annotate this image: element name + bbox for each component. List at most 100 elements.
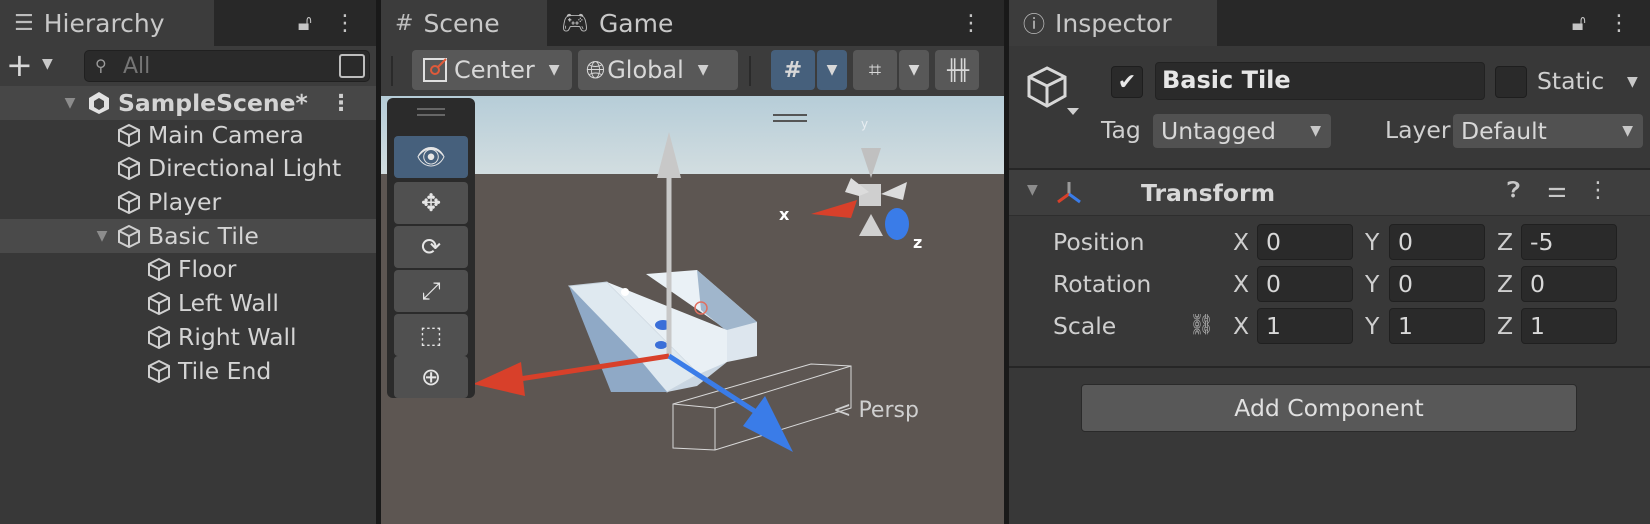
gameobject-cube-icon[interactable] — [1023, 64, 1081, 120]
constrain-proportions-icon[interactable]: ⛓︎ — [1189, 312, 1214, 336]
tag-dropdown[interactable]: Untagged ▼ — [1153, 114, 1331, 148]
list-item[interactable]: Player — [0, 185, 376, 219]
list-item[interactable]: Left Wall — [0, 286, 376, 320]
list-item-selected[interactable]: ▼ Basic Tile — [0, 219, 376, 253]
scale-y-field[interactable]: 1 — [1389, 308, 1485, 344]
more-menu-icon[interactable]: ⋮ — [1608, 11, 1630, 36]
active-checkbox[interactable]: ✔ — [1111, 66, 1143, 98]
chevron-down-icon[interactable]: ▼ — [42, 56, 53, 72]
transform-icon: ⊕ — [420, 363, 442, 391]
rotate-icon: ⟳ — [420, 233, 442, 261]
static-chevron-down-icon[interactable]: ▼ — [1627, 74, 1638, 90]
chevron-down-icon: ▼ — [1622, 123, 1633, 139]
list-item-label: Floor — [178, 255, 237, 283]
list-item[interactable]: Main Camera — [0, 118, 376, 152]
list-item[interactable]: Right Wall — [0, 320, 376, 354]
scene-tabbar: # Scene 🎮︎ Game ⋮ — [381, 0, 1004, 46]
scene-row[interactable]: ▼ SampleScene* ⋮ — [0, 86, 376, 120]
layer-dropdown[interactable]: Default ▼ — [1453, 114, 1643, 148]
scale-icon: ⤢ — [421, 277, 441, 305]
lock-icon[interactable]: 🔓︎ — [298, 11, 312, 36]
ruler-toggle[interactable]: ╫╫ — [935, 50, 979, 90]
axis-y-label: Y — [1365, 312, 1380, 340]
rotate-tool-button[interactable]: ⟳ — [394, 226, 468, 268]
pivot-center-icon — [423, 58, 447, 82]
gamepad-icon: 🎮︎ — [561, 10, 589, 36]
gameobject-cube-icon — [148, 257, 170, 282]
ruler-icon: ╫╫ — [946, 58, 969, 82]
list-icon: ☰ — [14, 10, 34, 36]
more-menu-icon[interactable]: ⋮ — [334, 11, 356, 36]
grid-snap-dropdown[interactable]: ▼ — [817, 50, 847, 90]
grid-snap-toggle[interactable]: # — [771, 50, 815, 90]
rotation-z-field[interactable]: 0 — [1521, 266, 1617, 302]
axis-y-label: Y — [1365, 270, 1380, 298]
move-tool-button[interactable]: ✥ — [394, 182, 468, 224]
help-icon[interactable]: ❓︎ — [1507, 178, 1520, 203]
tab-scene[interactable]: # Scene — [381, 0, 547, 46]
inspector-panel: ⓘ Inspector 🔓︎ ⋮ ✔ Basic Tile Static ▼ T… — [1009, 0, 1650, 524]
list-item-label: Main Camera — [148, 121, 304, 149]
scene-menu-icon[interactable]: ⋮ — [330, 91, 352, 116]
fold-arrow-icon[interactable]: ▼ — [92, 228, 112, 244]
tab-hierarchy[interactable]: ☰ Hierarchy — [0, 0, 214, 46]
gameobject-cube-icon — [118, 123, 140, 148]
grid-snap-icon: # — [783, 57, 803, 83]
move-arrows-icon: ✥ — [420, 189, 442, 217]
view-tool-button[interactable]: 👁︎ — [394, 136, 468, 178]
search-input[interactable] — [123, 53, 323, 79]
rotation-y-field[interactable]: 0 — [1389, 266, 1485, 302]
list-item[interactable]: Directional Light — [0, 151, 376, 185]
rotation-x-field[interactable]: 0 — [1257, 266, 1353, 302]
transform-tool-button[interactable]: ⊕ — [394, 356, 468, 398]
increment-snap-dropdown[interactable]: ▼ — [899, 50, 929, 90]
scene-panel: # Scene 🎮︎ Game ⋮ Center ▼ 🌐︎ Global ▼ #… — [381, 0, 1004, 524]
list-item[interactable]: Tile End — [0, 354, 376, 388]
axis-z-label: Z — [1497, 228, 1514, 256]
search-box[interactable]: ⚲ — [84, 50, 370, 82]
persp-chevron-icon: < — [833, 398, 852, 423]
lock-icon[interactable]: 🔓︎ — [1572, 11, 1586, 36]
layer-value: Default — [1461, 117, 1547, 145]
position-y-field[interactable]: 0 — [1389, 224, 1485, 260]
gameobject-cube-icon — [148, 359, 170, 384]
persp-label: Persp — [858, 398, 919, 423]
position-z-field[interactable]: -5 — [1521, 224, 1617, 260]
tab-game[interactable]: 🎮︎ Game — [547, 0, 707, 46]
space-mode-dropdown[interactable]: 🌐︎ Global ▼ — [578, 50, 738, 90]
rect-tool-button[interactable]: ⬚ — [394, 314, 468, 356]
increment-snap-toggle[interactable]: ⌗ — [853, 50, 897, 90]
filter-icon[interactable] — [339, 54, 365, 78]
chevron-down-icon: ▼ — [697, 62, 709, 78]
scale-tool-button[interactable]: ⤢ — [394, 270, 468, 312]
add-component-button[interactable]: Add Component — [1081, 384, 1577, 432]
static-checkbox[interactable] — [1495, 66, 1527, 98]
globe-icon: 🌐︎ — [586, 56, 606, 84]
transform-header[interactable]: ▼ Transform ❓︎ ⚌ ⋮ — [1009, 168, 1650, 216]
scene-viewport[interactable]: x z y 👁︎ ✥ ⟳ ⤢ ⬚ ⊕ < Persp — [381, 96, 1004, 524]
info-icon: ⓘ — [1023, 13, 1046, 38]
inspector-tabbar: ⓘ Inspector 🔓︎ ⋮ — [1009, 0, 1650, 46]
object-name-field[interactable]: Basic Tile — [1155, 62, 1485, 100]
gameobject-cube-icon — [148, 291, 170, 316]
hierarchy-panel: ☰ Hierarchy 🔓︎ ⋮ + ▼ ⚲ ▼ SampleScene* ⋮ … — [0, 0, 376, 524]
fold-arrow-icon[interactable]: ▼ — [60, 95, 80, 111]
scale-label: Scale — [1053, 312, 1117, 340]
more-menu-icon[interactable]: ⋮ — [1587, 178, 1609, 203]
section-divider — [1009, 366, 1650, 368]
tag-value: Untagged — [1161, 117, 1276, 145]
scale-z-field[interactable]: 1 — [1521, 308, 1617, 344]
search-icon: ⚲ — [95, 56, 107, 75]
more-menu-icon[interactable]: ⋮ — [960, 11, 982, 36]
list-item-label: Left Wall — [178, 289, 279, 317]
pivot-mode-dropdown[interactable]: Center ▼ — [412, 50, 572, 90]
persp-toggle[interactable]: < Persp — [833, 398, 919, 423]
list-item[interactable]: Floor — [0, 252, 376, 286]
tab-inspector[interactable]: ⓘ Inspector — [1009, 0, 1217, 46]
position-x-field[interactable]: 0 — [1257, 224, 1353, 260]
add-icon[interactable]: + — [6, 48, 33, 82]
fold-arrow-icon[interactable]: ▼ — [1027, 182, 1038, 198]
preset-sliders-icon[interactable]: ⚌ — [1547, 178, 1567, 203]
rotation-label: Rotation — [1053, 270, 1152, 298]
scale-x-field[interactable]: 1 — [1257, 308, 1353, 344]
